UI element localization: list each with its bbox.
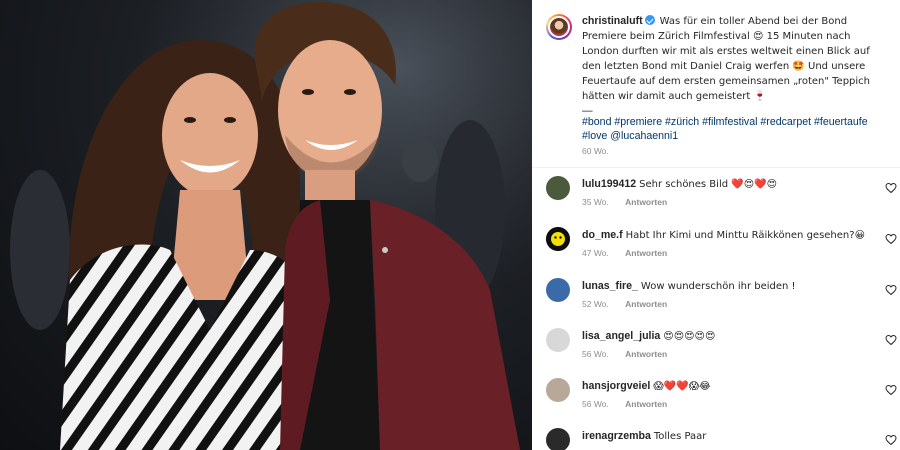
comment-meta: 52 Wo. Antworten bbox=[582, 299, 667, 309]
comment-username[interactable]: do_me.f bbox=[582, 229, 623, 241]
comment-avatar[interactable] bbox=[546, 428, 570, 450]
post-photo[interactable] bbox=[0, 0, 532, 450]
comment-avatar[interactable] bbox=[546, 227, 570, 251]
comment-username[interactable]: lunas_fire_ bbox=[582, 280, 638, 292]
heart-outline-icon[interactable] bbox=[885, 233, 897, 245]
comment-item: do_me.f Habt Ihr Kimi und Minttu Räikkön… bbox=[532, 223, 900, 273]
reply-button[interactable]: Antworten bbox=[625, 248, 667, 258]
caption-hashtags[interactable]: #bond #premiere #zürich #filmfestival #r… bbox=[582, 115, 888, 143]
comment-meta: 56 Wo. Antworten bbox=[582, 399, 667, 409]
author-avatar[interactable] bbox=[546, 14, 572, 40]
heart-outline-icon[interactable] bbox=[885, 434, 897, 446]
comment-age[interactable]: 56 Wo. bbox=[582, 349, 609, 359]
comment-username[interactable]: irenagrzemba bbox=[582, 430, 651, 442]
comment-item: irenagrzemba Tolles Paar bbox=[532, 424, 900, 450]
reply-button[interactable]: Antworten bbox=[625, 399, 667, 409]
comment-meta: 47 Wo. Antworten bbox=[582, 248, 667, 258]
comment-item: hansjorgveiel 😱❤️❤️😱😂 56 Wo. Antworten bbox=[532, 374, 900, 424]
heart-outline-icon[interactable] bbox=[885, 182, 897, 194]
comment-text: Sehr schönes Bild ❤️😍❤️😍 bbox=[639, 179, 778, 190]
post-age[interactable]: 60 Wo. bbox=[582, 146, 609, 156]
comment-item: lunas_fire_ Wow wunderschön ihr beiden !… bbox=[532, 274, 900, 324]
author-username[interactable]: christinaluft bbox=[582, 15, 643, 27]
reply-button[interactable]: Antworten bbox=[625, 299, 667, 309]
comment-avatar[interactable] bbox=[546, 378, 570, 402]
comment-age[interactable]: 47 Wo. bbox=[582, 248, 609, 258]
comment-meta: 35 Wo. Antworten bbox=[582, 197, 667, 207]
reply-button[interactable]: Antworten bbox=[625, 197, 667, 207]
post-caption: christinaluft Was für ein toller Abend b… bbox=[582, 14, 888, 118]
comment-age[interactable]: 56 Wo. bbox=[582, 399, 609, 409]
comment-text: 😱❤️❤️😱😂 bbox=[653, 381, 711, 392]
comment-body: irenagrzemba Tolles Paar bbox=[582, 429, 872, 444]
heart-outline-icon[interactable] bbox=[885, 384, 897, 396]
comment-body: do_me.f Habt Ihr Kimi und Minttu Räikkön… bbox=[582, 228, 872, 243]
comment-username[interactable]: hansjorgveiel bbox=[582, 380, 650, 392]
caption-text: Was für ein toller Abend bei der Bond Pr… bbox=[582, 16, 870, 102]
comment-body: lunas_fire_ Wow wunderschön ihr beiden ! bbox=[582, 279, 872, 294]
comment-meta: 56 Wo. Antworten bbox=[582, 349, 667, 359]
comment-body: lulu199412 Sehr schönes Bild ❤️😍❤️😍 bbox=[582, 177, 872, 192]
comment-avatar[interactable] bbox=[546, 176, 570, 200]
comment-age[interactable]: 35 Wo. bbox=[582, 197, 609, 207]
comment-body: hansjorgveiel 😱❤️❤️😱😂 bbox=[582, 379, 872, 394]
post-photo-illustration bbox=[0, 0, 532, 450]
comment-username[interactable]: lisa_angel_julia bbox=[582, 330, 660, 342]
heart-outline-icon[interactable] bbox=[885, 284, 897, 296]
comment-avatar[interactable] bbox=[546, 278, 570, 302]
comment-item: lulu199412 Sehr schönes Bild ❤️😍❤️😍 35 W… bbox=[532, 172, 900, 222]
comment-age[interactable]: 52 Wo. bbox=[582, 299, 609, 309]
comment-text: Wow wunderschön ihr beiden ! bbox=[640, 281, 796, 292]
comments-panel: christinaluft Was für ein toller Abend b… bbox=[532, 0, 900, 450]
heart-outline-icon[interactable] bbox=[885, 334, 897, 346]
reply-button[interactable]: Antworten bbox=[625, 349, 667, 359]
comment-text: 😍😍😍😍😍 bbox=[663, 331, 716, 342]
comment-avatar[interactable] bbox=[546, 328, 570, 352]
comment-text: Habt Ihr Kimi und Minttu Räikkönen geseh… bbox=[625, 230, 865, 241]
verified-badge-icon bbox=[644, 15, 655, 25]
caption-block: christinaluft Was für ein toller Abend b… bbox=[532, 0, 900, 168]
comment-username[interactable]: lulu199412 bbox=[582, 178, 636, 190]
instagram-post: christinaluft Was für ein toller Abend b… bbox=[0, 0, 900, 450]
comment-item: lisa_angel_julia 😍😍😍😍😍 56 Wo. Antworten bbox=[532, 324, 900, 374]
comment-text: Tolles Paar bbox=[653, 431, 707, 442]
comment-body: lisa_angel_julia 😍😍😍😍😍 bbox=[582, 329, 872, 344]
